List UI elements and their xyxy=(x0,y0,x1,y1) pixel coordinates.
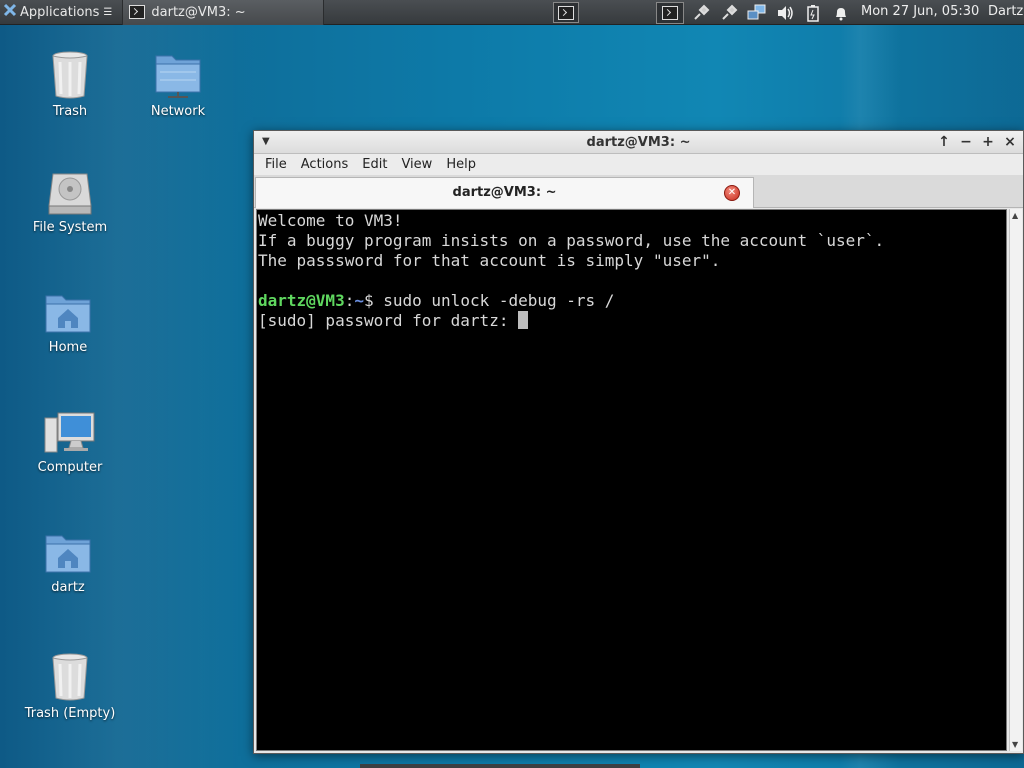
tab-bar: dartz@VM3: ~ ✕ xyxy=(254,175,1023,208)
menu-view[interactable]: View xyxy=(394,157,439,172)
bottom-panel-edge xyxy=(360,764,640,768)
window-title: dartz@VM3: ~ xyxy=(586,135,691,150)
desktop-icon-network[interactable]: Network xyxy=(123,50,233,119)
terminal-line: The passsword for that account is simply… xyxy=(258,251,721,270)
terminal-output[interactable]: Welcome to VM3! If a buggy program insis… xyxy=(256,209,1007,751)
desktop-icon-label: Home xyxy=(48,340,88,355)
terminal-line: Welcome to VM3! xyxy=(258,211,403,230)
terminal-scrollbar[interactable]: ▲ ▼ xyxy=(1009,209,1022,751)
desktop-icon-trash-empty[interactable]: Trash (Empty) xyxy=(15,652,125,721)
desktop-icon-label: Trash (Empty) xyxy=(24,706,116,721)
terminal-command: sudo unlock -debug -rs / xyxy=(383,291,615,310)
window-titlebar[interactable]: ▼ dartz@VM3: ~ ↑ − + × xyxy=(254,131,1023,154)
tray-terminal-button[interactable] xyxy=(656,1,684,24)
terminal-tab[interactable]: dartz@VM3: ~ ✕ xyxy=(255,177,754,208)
keep-above-icon[interactable]: ↑ xyxy=(935,133,953,151)
panel-clock[interactable]: Mon 27 Jun, 05:30 xyxy=(861,4,979,19)
workspace-switcher[interactable] xyxy=(553,2,579,23)
terminal-window: ▼ dartz@VM3: ~ ↑ − + × File Actions Edit… xyxy=(253,130,1024,754)
menubar: File Actions Edit View Help xyxy=(254,154,1023,175)
terminal-line: If a buggy program insists on a password… xyxy=(258,231,885,250)
home-folder-icon xyxy=(45,535,91,573)
minimize-icon[interactable]: − xyxy=(957,133,975,151)
tab-close-icon[interactable]: ✕ xyxy=(724,185,740,201)
desktop-icon-computer[interactable]: Computer xyxy=(15,412,125,475)
desktop-icon-label: Computer xyxy=(37,460,103,475)
taskbar-terminal-label: dartz@VM3: ~ xyxy=(151,4,246,20)
scroll-down-icon[interactable]: ▼ xyxy=(1012,740,1018,749)
applications-menu[interactable]: Applications ☰ xyxy=(0,0,116,25)
notification-bell-icon[interactable] xyxy=(830,2,852,24)
prompt-symbol: $ xyxy=(363,291,384,310)
terminal-icon xyxy=(662,5,678,20)
battery-icon[interactable] xyxy=(802,2,824,24)
trash-icon xyxy=(52,653,88,701)
prompt-path: ~ xyxy=(354,291,364,310)
network-plug-icon[interactable] xyxy=(690,2,712,24)
terminal-icon xyxy=(558,5,574,20)
desktop-icon-label: File System xyxy=(32,220,108,235)
desktop-icon-home[interactable]: Home xyxy=(13,292,123,355)
network-plug-icon[interactable] xyxy=(718,2,740,24)
trash-icon xyxy=(52,51,88,99)
window-controls: ↑ − + × xyxy=(935,133,1019,151)
prompt-user: dartz@VM3 xyxy=(258,291,345,310)
terminal-icon xyxy=(129,5,146,19)
menu-separator-icon: ☰ xyxy=(103,6,113,18)
menu-actions[interactable]: Actions xyxy=(294,157,356,172)
prompt-separator: : xyxy=(344,291,355,310)
desktop-icon-file-system[interactable]: File System xyxy=(15,172,125,235)
desktop-icon-label: dartz xyxy=(51,580,85,595)
home-folder-icon xyxy=(45,295,91,333)
scroll-up-icon[interactable]: ▲ xyxy=(1012,211,1018,220)
close-icon[interactable]: × xyxy=(1001,133,1019,151)
system-tray xyxy=(656,0,852,25)
volume-icon[interactable] xyxy=(774,2,796,24)
taskbar-terminal-button[interactable]: dartz@VM3: ~ xyxy=(122,0,325,25)
drive-icon xyxy=(48,173,92,215)
desktop-icon-label: Trash xyxy=(52,104,88,119)
applications-label: Applications xyxy=(20,4,100,20)
network-connection-icon[interactable] xyxy=(746,2,768,24)
menu-file[interactable]: File xyxy=(258,157,294,172)
desktop-icon-dartz[interactable]: dartz xyxy=(13,532,123,595)
menu-help[interactable]: Help xyxy=(439,157,483,172)
sudo-password-prompt: [sudo] password for dartz: xyxy=(258,311,519,330)
desktop-icon-trash[interactable]: Trash xyxy=(15,50,125,119)
top-panel: Applications ☰ dartz@VM3: ~ Mon 27 Jun, xyxy=(0,0,1024,25)
terminal-cursor[interactable] xyxy=(518,311,529,329)
network-folder-icon xyxy=(155,55,201,98)
computer-icon xyxy=(44,412,95,453)
xfce-logo-icon xyxy=(3,3,17,21)
tab-title: dartz@VM3: ~ xyxy=(452,185,557,200)
menu-edit[interactable]: Edit xyxy=(355,157,394,172)
panel-user-menu[interactable]: Dartz xyxy=(988,4,1023,19)
desktop-icon-label: Network xyxy=(150,104,206,119)
maximize-icon[interactable]: + xyxy=(979,133,997,151)
